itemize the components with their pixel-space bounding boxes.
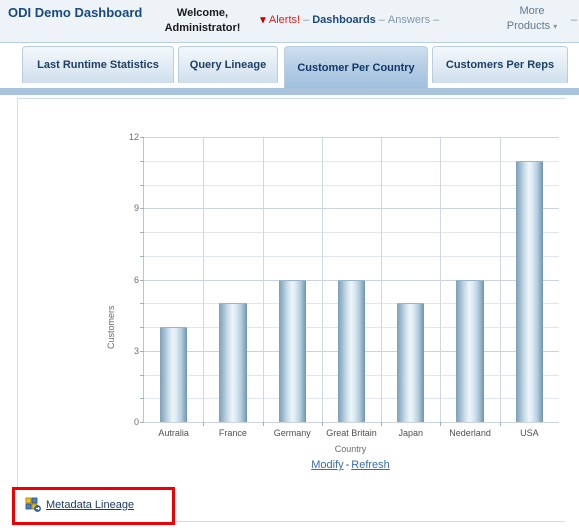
more-products-label: More Products (506, 5, 551, 32)
chart-y-tickmark (140, 303, 144, 305)
chart-x-tick-label: France (218, 428, 247, 438)
chart-bar[interactable] (515, 160, 543, 422)
chart-gridline (144, 137, 559, 138)
chart-x-tickmark (203, 422, 205, 426)
chart-x-tickmark (499, 422, 501, 426)
chart-y-tick-label: 9 (133, 203, 139, 214)
chart-x-tickmark (440, 422, 442, 426)
tab-last-runtime-statistics[interactable]: Last Runtime Statistics (22, 46, 174, 83)
chart-category-separator (440, 137, 442, 422)
chart-x-tickmark (262, 422, 264, 426)
annotation-highlight-box: Metadata Lineage (12, 487, 175, 525)
chevron-down-icon: ▾ (553, 22, 558, 31)
chart-gridline (144, 232, 559, 233)
tab-customer-per-country[interactable]: Customer Per Country (284, 46, 428, 88)
chart-category-separator (499, 137, 501, 422)
chart-y-tickmark (140, 232, 144, 233)
chart-gridline (144, 184, 559, 186)
chart-gridline (144, 208, 559, 210)
tab-label: Last Runtime Statistics (37, 59, 159, 71)
answers-link[interactable]: Answers (388, 14, 430, 26)
more-products-menu[interactable]: More Products ▾ (499, 4, 565, 34)
chart-gridline (144, 422, 559, 423)
tab-query-lineage[interactable]: Query Lineage (178, 46, 278, 83)
chart-x-tick-label: USA (520, 428, 539, 438)
chart-y-tickmark (140, 160, 144, 162)
chart-x-tickmark (381, 422, 383, 426)
chart-x-tick-label: Nederland (449, 428, 491, 438)
alerts-link[interactable]: Alerts! (269, 14, 300, 26)
chart-y-tick-label: 0 (133, 417, 139, 427)
chart-bar[interactable] (160, 327, 188, 422)
dashboards-link[interactable]: Dashboards (312, 14, 376, 26)
global-nav: ▼Alerts! – Dashboards – Answers – (258, 14, 442, 27)
tab-label: Customers Per Reps (445, 59, 555, 71)
metadata-lineage-icon (25, 497, 41, 513)
tab-label: Customer Per Country (297, 61, 415, 74)
tab-customers-per-reps[interactable]: Customers Per Reps (432, 46, 568, 83)
chart-category-separator (321, 137, 323, 422)
chart-category-separator (262, 137, 264, 422)
chart-category-separator (381, 137, 383, 422)
chart-bar[interactable] (219, 303, 247, 422)
chart-plot-area: 0 3 6 9 12 Autralia France Germany Great Britain… (129, 132, 559, 438)
nav-separator-2: – (378, 14, 385, 26)
nav-separator-3: – (433, 14, 440, 26)
chart-bar[interactable] (397, 303, 425, 422)
alert-flag-icon: ▼ (258, 14, 268, 27)
chart-y-tickmark (140, 137, 144, 138)
customer-per-country-chart: Customers 0 3 6 9 12 Autralia France Germany Gre… (18, 99, 566, 488)
chart-x-tick-label: Germany (273, 428, 311, 438)
chart-y-tickmark (140, 422, 144, 423)
chart-gridline (144, 255, 559, 257)
chart-x-axis-label: Country (334, 444, 367, 454)
chart-gridline (144, 160, 559, 162)
nav-separator-4: – (570, 14, 577, 26)
tab-label: Query Lineage (189, 59, 267, 71)
chart-y-tickmark (140, 184, 144, 186)
chart-action-links: Modify - Refresh (143, 459, 558, 471)
dashboard-tabbar: Last Runtime Statistics Query Lineage Cu… (0, 43, 579, 95)
welcome-message: Welcome, Administrator! (164, 7, 241, 34)
chart-bar[interactable] (456, 279, 484, 422)
chart-y-tickmark (140, 327, 144, 328)
chart-y-tickmark (140, 279, 144, 281)
chart-y-tick-label: 6 (133, 274, 139, 285)
chart-x-tick-label: Great Britain (326, 428, 377, 438)
refresh-link[interactable]: Refresh (351, 459, 390, 471)
modify-link[interactable]: Modify (311, 459, 343, 471)
chart-y-tick-label: 3 (133, 345, 139, 356)
link-separator: - (345, 459, 350, 471)
chart-x-tickmark (321, 422, 323, 426)
metadata-lineage-label: Metadata Lineage (46, 499, 135, 511)
page-title: ODI Demo Dashboard (8, 5, 143, 20)
nav-separator-1: – (303, 14, 310, 26)
dashboard-content-panel: Customers 0 3 6 9 12 Autralia France Germany Gre… (17, 98, 565, 487)
chart-x-tick-label: Autralia (158, 428, 189, 438)
chart-y-tickmark (140, 208, 144, 210)
chart-y-axis-label: Customers (106, 305, 116, 349)
chart-y-tickmark (140, 255, 144, 257)
chart-bar[interactable] (337, 279, 366, 422)
chart-y-tickmark (140, 398, 144, 400)
chart-y-tickmark (140, 374, 144, 376)
chart-bar[interactable] (278, 279, 306, 422)
chart-x-tick-label: Japan (398, 428, 424, 438)
chart-category-separator (203, 137, 205, 422)
chart-y-tick-label: 12 (128, 132, 139, 142)
chart-y-tickmark (140, 350, 144, 352)
app-header: ODI Demo Dashboard Welcome, Administrato… (0, 0, 579, 43)
metadata-lineage-link[interactable]: Metadata Lineage (25, 497, 134, 513)
